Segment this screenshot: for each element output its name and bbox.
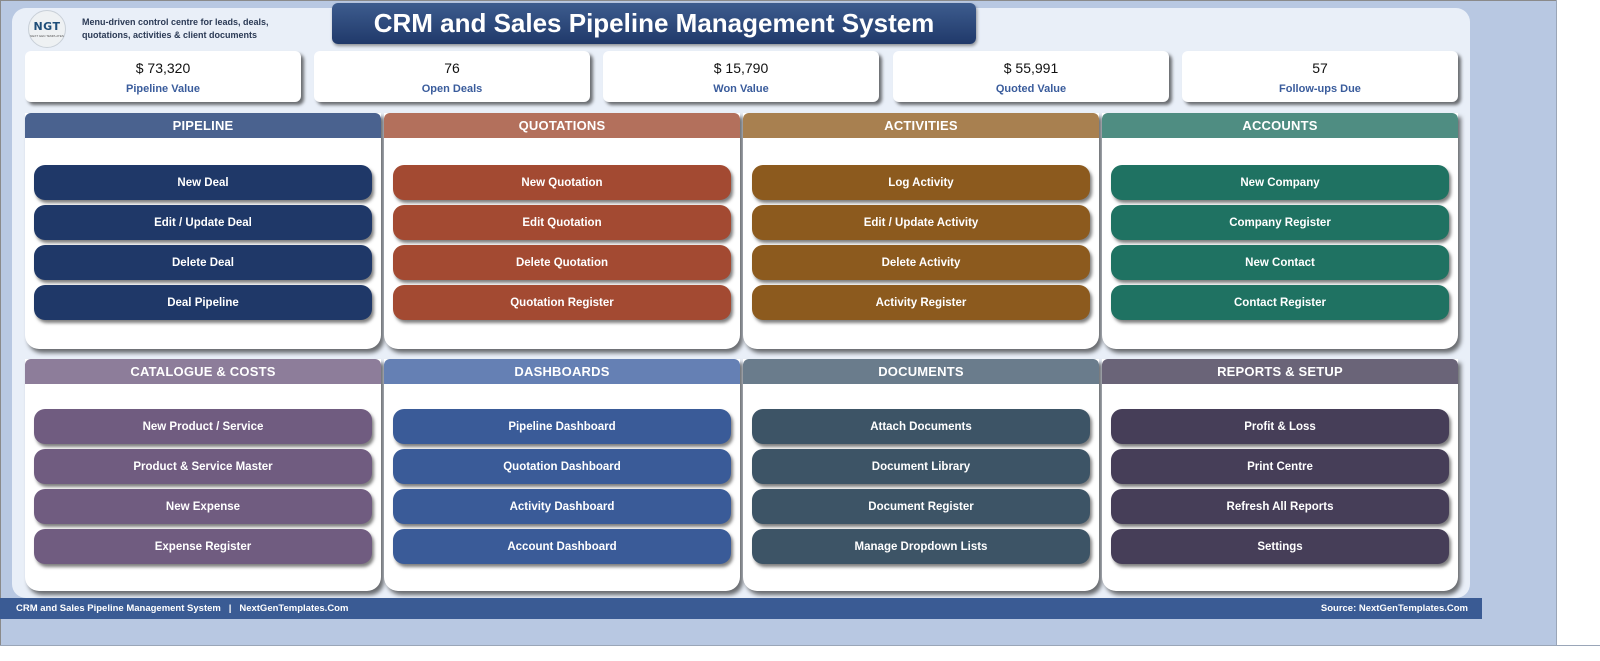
delete-activity-button[interactable]: Delete Activity (752, 245, 1090, 280)
footer-bar: CRM and Sales Pipeline Management System… (0, 598, 1482, 619)
panel-button-list: Attach Documents Document Library Document… (743, 384, 1099, 564)
panel-button-list: New Product / Service Product & Service M… (25, 384, 381, 564)
kpi-label: Pipeline Value (126, 83, 200, 95)
ngt-logo-icon: NGT NEXT GEN TEMPLATES (28, 10, 66, 48)
print-centre-button[interactable]: Print Centre (1111, 449, 1449, 484)
activity-dashboard-button[interactable]: Activity Dashboard (393, 489, 731, 524)
kpi-value: $ 55,991 (1003, 60, 1059, 76)
new-contact-button[interactable]: New Contact (1111, 245, 1449, 280)
kpi-value: 57 (1312, 60, 1328, 76)
panel-reports-and-setup: REPORTS & SETUP Profit & Loss Print Centre… (1102, 359, 1458, 591)
panel-header: ACTIVITIES (743, 113, 1099, 138)
panel-dashboards: DASHBOARDS Pipeline Dashboard Quotation Da… (384, 359, 740, 591)
edit-update-activity-button[interactable]: Edit / Update Activity (752, 205, 1090, 240)
panel-accounts: ACCOUNTS New Company Company Register New C… (1102, 113, 1458, 349)
account-dashboard-button[interactable]: Account Dashboard (393, 529, 731, 564)
kpi-value: 76 (444, 60, 460, 76)
logo-text: NGT (33, 20, 61, 33)
kpi-card-follow-ups-due: 57 Follow-ups Due (1182, 51, 1458, 102)
panel-pipeline: PIPELINE New Deal Edit / Update Deal Delete… (25, 113, 381, 349)
logo-subtext: NEXT GEN TEMPLATES (30, 34, 64, 38)
sheet-right-margin (1556, 0, 1600, 661)
edit-update-deal-button[interactable]: Edit / Update Deal (34, 205, 372, 240)
refresh-all-reports-button[interactable]: Refresh All Reports (1111, 489, 1449, 524)
sheet-bottom-margin (0, 645, 1600, 661)
panel-header: REPORTS & SETUP (1102, 359, 1458, 384)
panel-header: QUOTATIONS (384, 113, 740, 138)
panel-quotations: QUOTATIONS New Quotation Edit Quotation Del… (384, 113, 740, 349)
expense-register-button[interactable]: Expense Register (34, 529, 372, 564)
title-banner: CRM and Sales Pipeline Management System (332, 3, 976, 44)
company-register-button[interactable]: Company Register (1111, 205, 1449, 240)
attach-documents-button[interactable]: Attach Documents (752, 409, 1090, 444)
delete-quotation-button[interactable]: Delete Quotation (393, 245, 731, 280)
kpi-label: Quoted Value (995, 83, 1067, 95)
tagline: Menu-driven control centre for leads, de… (82, 17, 269, 40)
document-register-button[interactable]: Document Register (752, 489, 1090, 524)
page-title: CRM and Sales Pipeline Management System (373, 8, 935, 38)
manage-dropdown-lists-button[interactable]: Manage Dropdown Lists (752, 529, 1090, 564)
panel-header: ACCOUNTS (1102, 113, 1458, 138)
footer-left-text: CRM and Sales Pipeline Management System… (16, 603, 349, 614)
profit-and-loss-button[interactable]: Profit & Loss (1111, 409, 1449, 444)
settings-button[interactable]: Settings (1111, 529, 1449, 564)
panel-documents: DOCUMENTS Attach Documents Document Librar… (743, 359, 1099, 591)
new-company-button[interactable]: New Company (1111, 165, 1449, 200)
panel-header: DASHBOARDS (384, 359, 740, 384)
product-and-service-master-button[interactable]: Product & Service Master (34, 449, 372, 484)
kpi-label: Won Value (713, 83, 769, 95)
panel-header: PIPELINE (25, 113, 381, 138)
pipeline-dashboard-button[interactable]: Pipeline Dashboard (393, 409, 731, 444)
panel-button-list: New Quotation Edit Quotation Delete Quotat… (384, 138, 740, 320)
panel-button-list: New Company Company Register New Contact Co… (1102, 138, 1458, 320)
kpi-value: $ 15,790 (713, 60, 769, 76)
edit-quotation-button[interactable]: Edit Quotation (393, 205, 731, 240)
kpi-label: Follow-ups Due (1279, 83, 1361, 95)
kpi-value: $ 73,320 (135, 60, 191, 76)
quotation-dashboard-button[interactable]: Quotation Dashboard (393, 449, 731, 484)
delete-deal-button[interactable]: Delete Deal (34, 245, 372, 280)
activity-register-button[interactable]: Activity Register (752, 285, 1090, 320)
panel-button-list: Pipeline Dashboard Quotation Dashboard Act… (384, 384, 740, 564)
panel-catalogue-and-costs: CATALOGUE & COSTS New Product / Service Pr… (25, 359, 381, 591)
new-product-service-button[interactable]: New Product / Service (34, 409, 372, 444)
panel-activities: ACTIVITIES Log Activity Edit / Update Acti… (743, 113, 1099, 349)
new-expense-button[interactable]: New Expense (34, 489, 372, 524)
kpi-card-won-value: $ 15,790 Won Value (603, 51, 879, 102)
panel-button-list: New Deal Edit / Update Deal Delete Deal Dea… (25, 138, 381, 320)
log-activity-button[interactable]: Log Activity (752, 165, 1090, 200)
kpi-card-quoted-value: $ 55,991 Quoted Value (893, 51, 1169, 102)
new-quotation-button[interactable]: New Quotation (393, 165, 731, 200)
deal-pipeline-button[interactable]: Deal Pipeline (34, 285, 372, 320)
kpi-card-open-deals: 76 Open Deals (314, 51, 590, 102)
kpi-card-pipeline-value: $ 73,320 Pipeline Value (25, 51, 301, 102)
new-deal-button[interactable]: New Deal (34, 165, 372, 200)
quotation-register-button[interactable]: Quotation Register (393, 285, 731, 320)
kpi-label: Open Deals (421, 83, 483, 95)
footer-right-text: Source: NextGenTemplates.Com (1320, 603, 1468, 614)
document-library-button[interactable]: Document Library (752, 449, 1090, 484)
panel-button-list: Profit & Loss Print Centre Refresh All Rep… (1102, 384, 1458, 564)
panel-header: DOCUMENTS (743, 359, 1099, 384)
panel-button-list: Log Activity Edit / Update Activity Delete… (743, 138, 1099, 320)
contact-register-button[interactable]: Contact Register (1111, 285, 1449, 320)
panel-header: CATALOGUE & COSTS (25, 359, 381, 384)
